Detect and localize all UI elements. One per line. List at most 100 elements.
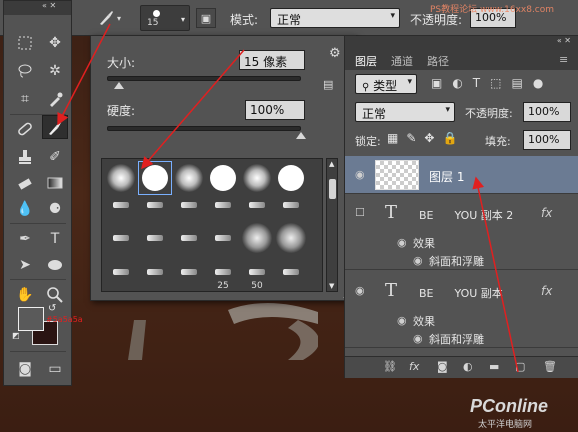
crop-tool-icon[interactable]: ⌗: [12, 87, 38, 111]
layer-filter-select[interactable]: ⚲ 类型 ▾: [355, 74, 417, 94]
scrollbar-thumb[interactable]: [329, 179, 336, 199]
marquee-tool-icon[interactable]: [12, 31, 38, 55]
visibility-eye-icon[interactable]: ◉: [397, 314, 407, 327]
hardness-slider[interactable]: [107, 126, 301, 131]
layer-row-selected[interactable]: ◉ 图层 1: [345, 156, 578, 194]
blend-mode-select[interactable]: 正常 ▾: [355, 102, 455, 122]
dodge-tool-icon[interactable]: ⚈: [42, 197, 68, 221]
brush-preset-tip[interactable]: [172, 255, 206, 289]
fill-input[interactable]: 100%: [523, 130, 571, 150]
scroll-down-icon[interactable]: ▼: [329, 282, 334, 290]
size-slider-thumb[interactable]: [113, 82, 124, 89]
panel-menu-icon[interactable]: ≡: [559, 53, 568, 66]
layers-panel-header[interactable]: « ✕: [345, 36, 578, 50]
effect-name[interactable]: 斜面和浮雕: [429, 253, 484, 269]
brush-preset-hard-round[interactable]: [206, 161, 240, 195]
eyedropper-tool-icon[interactable]: [42, 87, 68, 111]
pen-tool-icon[interactable]: ✒: [12, 227, 38, 251]
type-tool-icon[interactable]: T: [42, 227, 68, 251]
effect-name[interactable]: 斜面和浮雕: [429, 331, 484, 347]
healing-brush-icon[interactable]: [12, 117, 38, 141]
layer-row[interactable]: ☐ T BE YOU 副本 2 fx ◉ 效果 ◉ 斜面和浮雕: [345, 194, 578, 270]
brush-preset-tip[interactable]: [274, 255, 308, 289]
add-mask-icon[interactable]: ◙: [437, 360, 448, 373]
gradient-tool-icon[interactable]: [42, 171, 68, 195]
tab-channels[interactable]: 通道: [391, 53, 413, 69]
visibility-eye-icon[interactable]: ◉: [413, 332, 423, 345]
eraser-tool-icon[interactable]: [12, 171, 38, 195]
brush-preset-soft-round[interactable]: [240, 221, 274, 255]
fx-icon[interactable]: fx: [541, 284, 552, 298]
blur-tool-icon[interactable]: 💧: [12, 197, 38, 221]
lock-icons[interactable]: ▦✎✥🔒: [387, 131, 465, 145]
brush-preset-25[interactable]: 25: [206, 255, 240, 291]
tab-layers[interactable]: 图层: [355, 53, 377, 69]
new-group-icon[interactable]: ▬: [489, 360, 499, 373]
move-tool-icon[interactable]: ✥: [42, 31, 68, 55]
visibility-eye-icon[interactable]: ◉: [355, 168, 365, 181]
hand-tool-icon[interactable]: ✋: [12, 283, 38, 307]
brush-preset-hard-round-selected[interactable]: [138, 161, 172, 195]
delete-layer-icon[interactable]: 🗑: [543, 360, 557, 373]
new-layer-icon[interactable]: ▢: [515, 360, 525, 373]
brush-preset-50[interactable]: 50: [240, 255, 274, 291]
brush-grid-scrollbar[interactable]: ▲ ▼: [326, 158, 338, 292]
foreground-color-swatch[interactable]: [18, 307, 44, 331]
default-colors-icon[interactable]: ◩: [12, 331, 20, 340]
size-slider[interactable]: [107, 76, 301, 81]
visibility-eye-icon[interactable]: ☐: [355, 206, 365, 219]
quick-mask-icon[interactable]: ◙: [12, 357, 38, 381]
brush-preset-tip[interactable]: [172, 193, 206, 217]
brush-preset-tip[interactable]: [138, 221, 172, 255]
visibility-eye-icon[interactable]: ◉: [397, 236, 407, 249]
lasso-tool-icon[interactable]: [12, 59, 38, 83]
layer-name[interactable]: BE YOU 副本 2: [419, 207, 513, 223]
brush-size-picker[interactable]: 15 ▾: [140, 5, 190, 31]
brush-preset-soft-round[interactable]: [172, 161, 206, 195]
clone-stamp-icon[interactable]: [12, 145, 38, 169]
brush-tool-icon[interactable]: [42, 115, 68, 139]
magic-wand-icon[interactable]: ✲: [42, 59, 68, 83]
layer-name[interactable]: BE YOU 副本: [419, 285, 503, 301]
tools-panel-header[interactable]: « ✕: [4, 1, 71, 15]
history-brush-icon[interactable]: ✐: [42, 145, 68, 169]
fx-icon[interactable]: fx: [541, 206, 552, 220]
adjustment-layer-icon[interactable]: ◐: [463, 360, 473, 373]
brush-preset-soft-round[interactable]: [240, 161, 274, 195]
gear-icon[interactable]: ⚙: [329, 46, 341, 61]
brush-preset-tip[interactable]: [138, 193, 172, 217]
ellipse-tool-icon[interactable]: [42, 253, 68, 277]
brush-tool-preset-icon[interactable]: ▾: [94, 8, 124, 28]
layer-row[interactable]: ◉ T BE YOU 副本 fx ◉ 效果 ◉ 斜面和浮雕: [345, 272, 578, 348]
scroll-up-icon[interactable]: ▲: [329, 160, 334, 168]
new-preset-icon[interactable]: ▤: [323, 78, 333, 91]
add-style-icon[interactable]: fx: [409, 360, 419, 373]
mode-select[interactable]: 正常 ▾: [270, 8, 400, 28]
brush-preset-tip[interactable]: [274, 193, 308, 217]
brush-preset-tip[interactable]: [104, 255, 138, 289]
visibility-eye-icon[interactable]: ◉: [355, 284, 365, 297]
link-layers-icon[interactable]: ⛓: [383, 360, 397, 373]
brush-preset-tip[interactable]: [206, 193, 240, 217]
hardness-slider-thumb[interactable]: [296, 132, 306, 139]
brush-preset-tip[interactable]: [240, 193, 274, 217]
brush-preset-tip[interactable]: [104, 221, 138, 255]
swap-colors-icon[interactable]: ↺: [48, 303, 56, 314]
brush-preset-soft-round[interactable]: [274, 221, 308, 255]
layer-opacity-input[interactable]: 100%: [523, 102, 571, 122]
visibility-eye-icon[interactable]: ◉: [413, 254, 423, 267]
brush-preset-hard-round[interactable]: [274, 161, 308, 195]
brush-preset-tip[interactable]: [104, 193, 138, 217]
tab-paths[interactable]: 路径: [427, 53, 449, 69]
size-input[interactable]: 15 像素: [239, 50, 305, 70]
brush-preset-soft-round[interactable]: [104, 161, 138, 195]
brush-preset-tip[interactable]: [206, 221, 240, 255]
brush-panel-toggle-icon[interactable]: ▣: [196, 8, 216, 28]
screen-mode-icon[interactable]: ▭: [42, 357, 68, 381]
hardness-input[interactable]: 100%: [245, 100, 305, 120]
filter-icons[interactable]: ▣◐T⬚▤●: [431, 76, 553, 90]
path-selection-icon[interactable]: ➤: [12, 253, 38, 277]
brush-preset-tip[interactable]: [138, 255, 172, 289]
layer-name[interactable]: 图层 1: [429, 168, 464, 185]
brush-preset-tip[interactable]: [172, 221, 206, 255]
